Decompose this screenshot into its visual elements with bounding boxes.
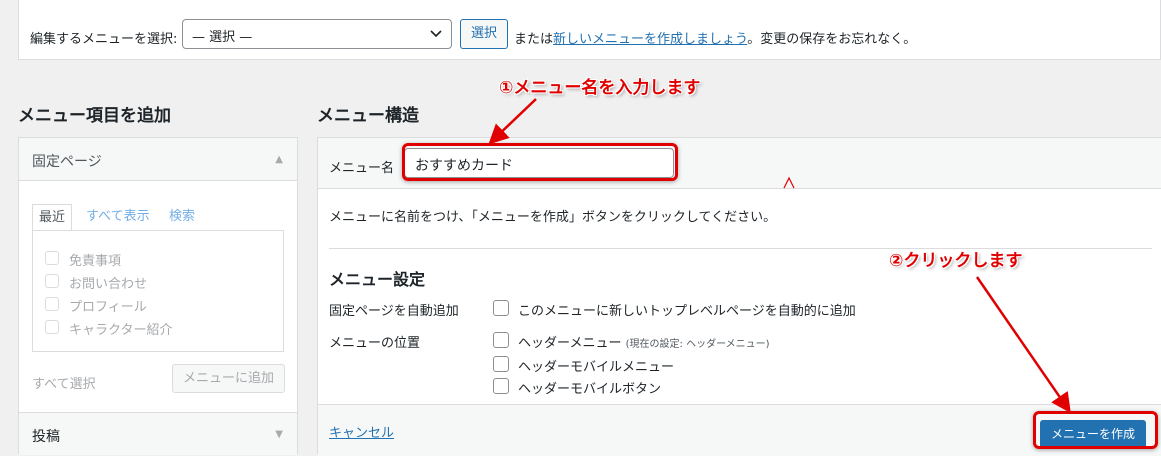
arrow-to-create-button — [975, 276, 1071, 414]
small-red-mark — [783, 176, 795, 189]
arrow-to-name-input — [488, 98, 537, 145]
annotation-arrows — [488, 98, 1071, 414]
